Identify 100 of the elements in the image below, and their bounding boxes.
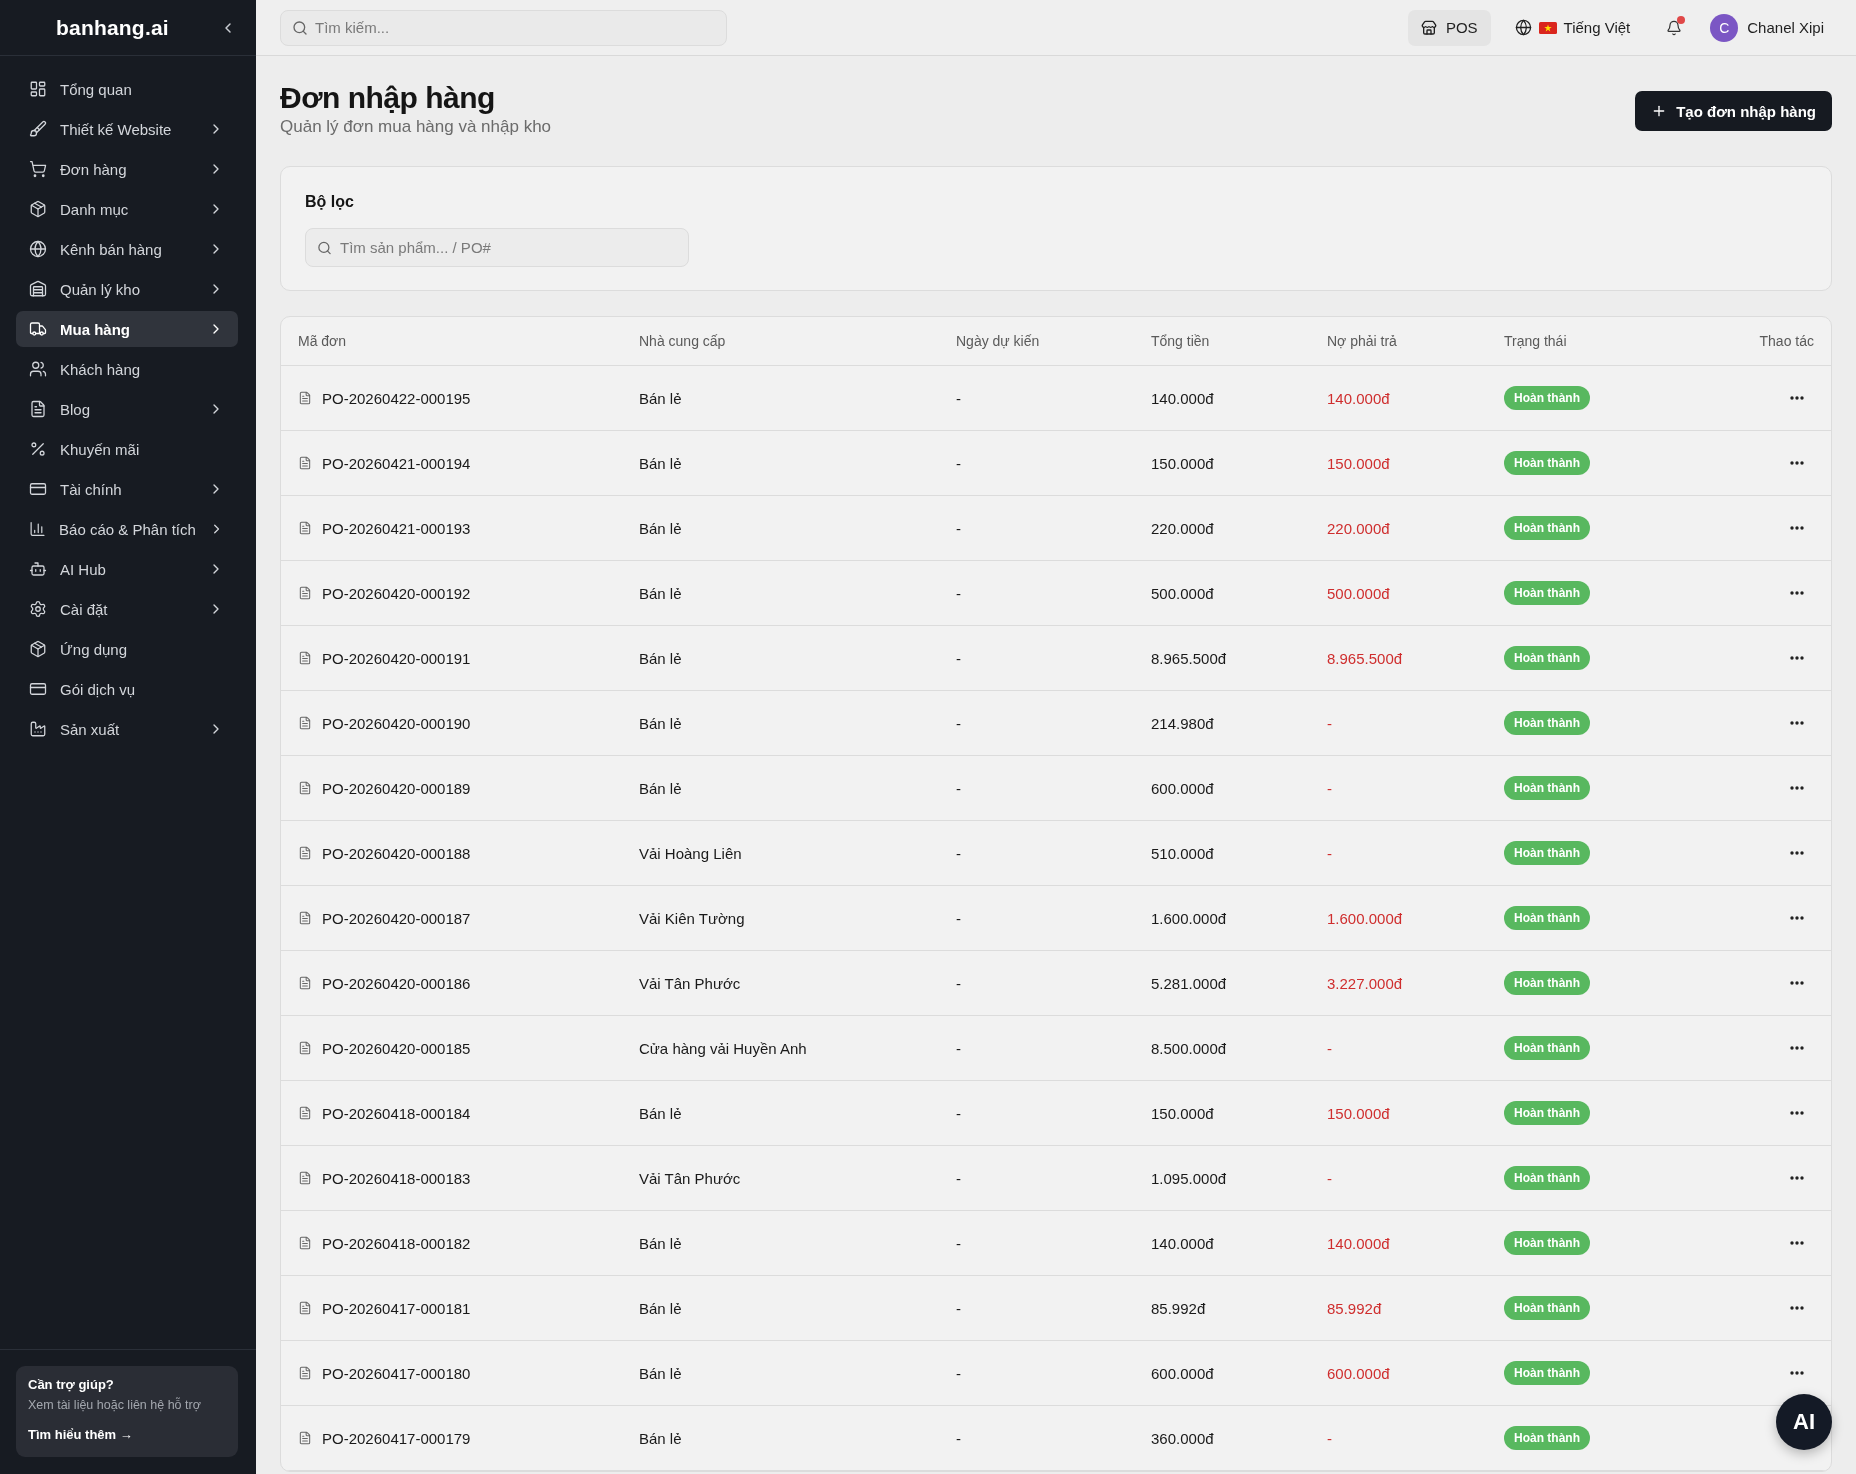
search-field[interactable]: Tìm kiếm... xyxy=(280,9,727,46)
table-cell: 220.000đ xyxy=(1327,519,1390,537)
box-icon xyxy=(29,200,47,218)
sidebar-item[interactable]: Đơn hàng xyxy=(16,151,238,187)
pos-button[interactable]: POS xyxy=(1407,9,1491,46)
status-badge: Hoàn thành xyxy=(1504,516,1590,540)
help-title: Cần trợ giúp? xyxy=(28,1376,114,1394)
sidebar-item[interactable]: Sản xuất xyxy=(16,711,238,747)
bell-icon xyxy=(1666,18,1683,37)
status-badge: Hoàn thành xyxy=(1504,971,1590,995)
ellipsis-icon xyxy=(1790,1371,1804,1375)
language-button[interactable]: Tiếng Việt xyxy=(1508,9,1637,46)
sidebar-item[interactable]: Kênh bán hàng xyxy=(16,231,238,267)
document-icon xyxy=(298,1171,312,1185)
order-code: PO-20260422-000195 xyxy=(322,389,471,407)
paintbrush-icon xyxy=(29,120,47,138)
table-cell: Vải Tân Phước xyxy=(639,974,741,992)
order-code: PO-20260420-000192 xyxy=(322,584,471,602)
sidebar-item[interactable]: Gói dịch vụ xyxy=(16,671,238,707)
table-cell: 85.992đ xyxy=(1327,1299,1382,1317)
create-order-button[interactable]: Tạo đơn nhập hàng xyxy=(1635,91,1832,131)
table-cell: - xyxy=(956,584,961,602)
table-cell: 600.000đ xyxy=(1151,1364,1214,1382)
sidebar-item[interactable]: Báo cáo & Phân tích xyxy=(16,511,238,547)
factory-icon xyxy=(29,720,47,738)
sidebar-item[interactable]: Blog xyxy=(16,391,238,427)
table-cell: 140.000đ xyxy=(1327,389,1390,407)
table-cell: Bán lẻ xyxy=(639,1234,682,1252)
table-cell: - xyxy=(956,389,961,407)
document-icon xyxy=(298,1366,312,1380)
sidebar-item[interactable]: AI Hub xyxy=(16,551,238,587)
globe-icon xyxy=(1514,19,1532,36)
user-menu-button[interactable]: C Chanel Xipi xyxy=(1706,13,1832,42)
table-cell: Bán lẻ xyxy=(639,1364,682,1382)
table-cell: 214.980đ xyxy=(1151,714,1214,732)
table-cell: - xyxy=(956,1299,961,1317)
logo: banhang.ai xyxy=(56,15,169,40)
ellipsis-icon xyxy=(1790,1176,1804,1180)
status-badge: Hoàn thành xyxy=(1504,646,1590,670)
product-search-field[interactable]: Tìm sản phẩm... / PO# xyxy=(305,228,689,267)
filter-title: Bộ lọc xyxy=(305,192,354,212)
ellipsis-icon xyxy=(1790,1111,1804,1115)
table-cell: - xyxy=(1327,844,1332,862)
ellipsis-icon xyxy=(1790,396,1804,400)
sidebar-item[interactable]: Tài chính xyxy=(16,471,238,507)
learn-more-link[interactable]: Tìm hiểu thêm → xyxy=(28,1426,133,1444)
sidebar-item[interactable]: Cài đặt xyxy=(16,591,238,627)
sidebar-item[interactable]: Tổng quan xyxy=(16,71,238,107)
table-cell: 510.000đ xyxy=(1151,844,1214,862)
page-title: Đơn nhập hàng xyxy=(280,80,495,116)
table-cell: - xyxy=(956,519,961,537)
table-cell: 140.000đ xyxy=(1151,389,1214,407)
sidebar-item[interactable]: Quản lý kho xyxy=(16,271,238,307)
ellipsis-icon xyxy=(1790,721,1804,725)
table-cell: 150.000đ xyxy=(1151,1104,1214,1122)
document-icon xyxy=(298,1236,312,1250)
ellipsis-icon xyxy=(1790,656,1804,660)
document-icon xyxy=(298,1106,312,1120)
document-icon xyxy=(298,1301,312,1315)
document-icon xyxy=(298,911,312,925)
sidebar-item[interactable]: Khuyến mãi xyxy=(16,431,238,467)
table-cell: 360.000đ xyxy=(1151,1429,1214,1447)
warehouse-icon xyxy=(29,280,47,298)
document-icon xyxy=(298,521,312,535)
table-cell: 600.000đ xyxy=(1327,1364,1390,1382)
order-code: PO-20260420-000187 xyxy=(322,909,471,927)
sidebar-item[interactable]: Thiết kế Website xyxy=(16,111,238,147)
status-badge: Hoàn thành xyxy=(1504,1101,1590,1125)
document-icon xyxy=(298,1041,312,1055)
sidebar-item[interactable]: Mua hàng xyxy=(16,311,238,347)
ellipsis-icon xyxy=(1790,851,1804,855)
status-badge: Hoàn thành xyxy=(1504,906,1590,930)
order-code: PO-20260417-000179 xyxy=(322,1429,471,1447)
order-code: PO-20260421-000194 xyxy=(322,454,471,472)
card-icon xyxy=(29,680,47,698)
table-cell: 140.000đ xyxy=(1327,1234,1390,1252)
ellipsis-icon xyxy=(1790,461,1804,465)
ellipsis-icon xyxy=(1790,916,1804,920)
sidebar-item[interactable]: Ứng dụng xyxy=(16,631,238,667)
dashboard-icon xyxy=(29,80,47,98)
sidebar-item[interactable]: Khách hàng xyxy=(16,351,238,387)
table-cell: Bán lẻ xyxy=(639,649,682,667)
table-cell: - xyxy=(1327,1429,1332,1447)
table-cell: - xyxy=(956,1169,961,1187)
ellipsis-icon xyxy=(1790,1046,1804,1050)
table-cell: - xyxy=(956,714,961,732)
page-subtitle: Quản lý đơn mua hàng và nhập kho xyxy=(280,116,552,138)
cart-icon xyxy=(29,160,47,178)
status-badge: Hoàn thành xyxy=(1504,1426,1590,1450)
box-icon xyxy=(29,640,47,658)
table-cell: Bán lẻ xyxy=(639,779,682,797)
sidebar-item[interactable]: Danh mục xyxy=(16,191,238,227)
table-cell: Vải Tân Phước xyxy=(639,1169,741,1187)
table-cell: Bán lẻ xyxy=(639,584,682,602)
column-header: Nợ phải trả xyxy=(1327,333,1397,349)
column-header: Mã đơn xyxy=(298,333,347,349)
card-icon xyxy=(29,480,47,498)
table-cell: 500.000đ xyxy=(1151,584,1214,602)
order-code: PO-20260421-000193 xyxy=(322,519,471,537)
column-header: Thao tác xyxy=(1759,333,1814,349)
